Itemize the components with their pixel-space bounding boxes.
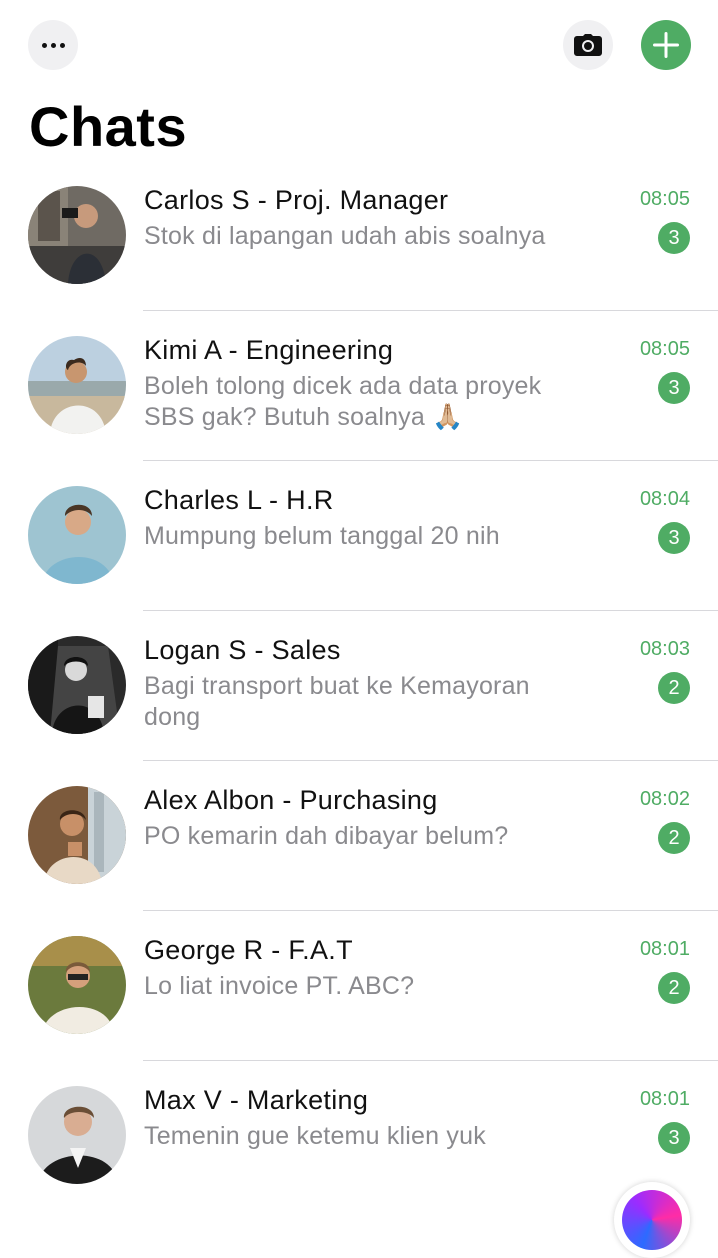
chat-name: George R - F.A.T [144, 935, 353, 965]
unread-badge: 3 [658, 522, 690, 554]
chat-preview: PO kemarin dah dibayar belum? [144, 822, 509, 850]
chat-time: 08:01 [639, 938, 690, 960]
chat-name: Carlos S - Proj. Manager [144, 185, 449, 215]
chat-list: Carlos S - Proj. Manager Stok di lapanga… [0, 161, 718, 1211]
chat-preview: Boleh tolong dicek ada data proyek SBS g… [144, 372, 542, 431]
unread-badge: 2 [658, 972, 690, 1004]
plus-icon [653, 32, 679, 58]
chat-preview: Stok di lapangan udah abis soalnya [144, 222, 546, 250]
chat-time: 08:01 [639, 1088, 690, 1110]
chat-row[interactable]: Charles L - H.R Mumpung belum tanggal 20… [0, 461, 718, 611]
avatar [28, 1086, 126, 1184]
avatar [28, 186, 126, 284]
chat-time: 08:02 [639, 788, 690, 810]
chat-preview: Temenin gue ketemu klien yuk [144, 1122, 486, 1150]
avatar [28, 936, 126, 1034]
chat-name: Alex Albon - Purchasing [144, 785, 438, 815]
assistant-button[interactable] [614, 1182, 690, 1258]
avatar [28, 336, 126, 434]
chat-row[interactable]: Kimi A - Engineering Boleh tolong dicek … [0, 311, 718, 461]
avatar [28, 786, 126, 884]
chat-row[interactable]: George R - F.A.T Lo liat invoice PT. ABC… [0, 911, 718, 1061]
unread-badge: 2 [658, 822, 690, 854]
chat-row[interactable]: Logan S - Sales Bagi transport buat ke K… [0, 611, 718, 761]
more-options-button[interactable] [28, 20, 78, 70]
chat-preview: Lo liat invoice PT. ABC? [144, 972, 415, 1000]
chat-time: 08:04 [639, 488, 690, 510]
unread-badge: 3 [658, 372, 690, 404]
chat-preview: Mumpung belum tanggal 20 nih [144, 522, 500, 550]
new-chat-button[interactable] [641, 20, 691, 70]
top-bar [0, 0, 718, 90]
unread-badge: 3 [658, 1122, 690, 1154]
chat-name: Logan S - Sales [144, 635, 341, 665]
chat-row[interactable]: Max V - Marketing Temenin gue ketemu kli… [0, 1061, 718, 1211]
avatar [28, 486, 126, 584]
chat-time: 08:03 [639, 638, 690, 660]
page-title: Chats [29, 95, 188, 158]
camera-button[interactable] [563, 20, 613, 70]
chat-name: Max V - Marketing [144, 1085, 369, 1115]
ai-orb-icon [622, 1190, 682, 1250]
chat-time: 08:05 [639, 338, 690, 360]
ellipsis-icon [41, 42, 65, 48]
chat-name: Kimi A - Engineering [144, 335, 394, 365]
chat-name: Charles L - H.R [144, 485, 334, 515]
chat-time: 08:05 [639, 188, 690, 210]
chat-row[interactable]: Carlos S - Proj. Manager Stok di lapanga… [0, 161, 718, 311]
avatar [28, 636, 126, 734]
unread-badge: 2 [658, 672, 690, 704]
chat-row[interactable]: Alex Albon - Purchasing PO kemarin dah d… [0, 761, 718, 911]
chat-preview: Bagi transport buat ke Kemayoran dong [144, 672, 530, 731]
camera-icon [574, 34, 602, 56]
unread-badge: 3 [658, 222, 690, 254]
